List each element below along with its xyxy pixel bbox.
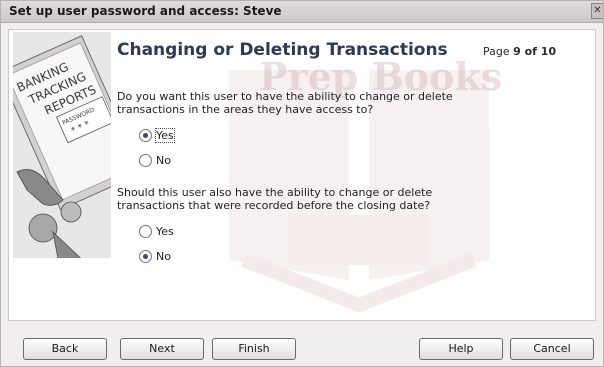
window-title: Set up user password and access: Steve (9, 4, 282, 18)
radio-unselected-icon[interactable] (139, 224, 152, 238)
radio-unselected-icon[interactable] (139, 153, 152, 167)
clipboard-banking-tracking-reports-icon: BANKING TRACKING REPORTS PASSWORD * * * (13, 32, 111, 258)
radio-q2-no-label[interactable]: No (156, 250, 171, 263)
finish-button[interactable]: Finish (212, 338, 296, 360)
radio-q1-no[interactable]: No (139, 152, 171, 168)
title-bar: Set up user password and access: Steve ✕ (1, 1, 603, 23)
radio-q2-yes[interactable]: Yes (139, 223, 174, 239)
radio-q1-no-label[interactable]: No (156, 154, 171, 167)
help-button[interactable]: Help (419, 338, 503, 360)
page-number: 9 of 10 (513, 45, 557, 58)
watermark-logo: Prep Books (229, 54, 502, 313)
back-button[interactable]: Back (23, 338, 107, 360)
close-icon[interactable]: ✕ (591, 3, 603, 19)
page-indicator: Page 9 of 10 (483, 45, 556, 58)
page-title: Changing or Deleting Transactions (117, 40, 448, 60)
wizard-page: Prep Books BANKING TRACKING REPORTS PASS… (8, 29, 596, 321)
cancel-button[interactable]: Cancel (510, 338, 594, 360)
question-change-delete: Do you want this user to have the abilit… (117, 90, 453, 116)
radio-selected-icon[interactable] (139, 128, 152, 142)
radio-selected-icon[interactable] (139, 249, 152, 263)
question-closing-date: Should this user also have the ability t… (117, 186, 433, 212)
radio-q1-yes[interactable]: Yes (139, 127, 175, 143)
radio-q1-yes-label[interactable]: Yes (155, 127, 175, 143)
page-prefix: Page (483, 45, 510, 58)
radio-q2-no[interactable]: No (139, 248, 171, 264)
radio-q2-yes-label[interactable]: Yes (156, 225, 174, 238)
next-button[interactable]: Next (120, 338, 204, 360)
